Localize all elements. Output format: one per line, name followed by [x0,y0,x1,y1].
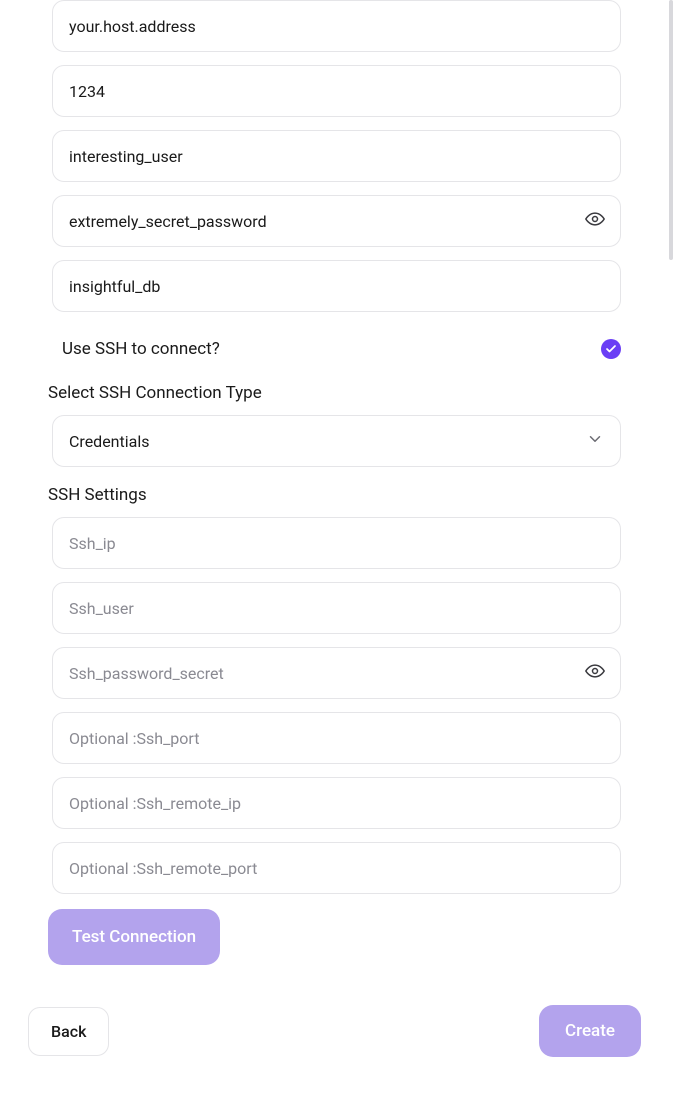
ssh-remote-ip-input[interactable] [52,777,621,829]
footer-actions: Back Create [0,1005,673,1057]
ssh-port-wrap [52,712,621,764]
ssh-user-input[interactable] [52,582,621,634]
eye-icon[interactable] [585,661,605,685]
back-button[interactable]: Back [28,1007,109,1056]
host-field-wrap [52,0,621,52]
scrollbar[interactable] [669,0,673,260]
port-input[interactable] [52,65,621,117]
ssh-toggle-check[interactable] [601,339,621,359]
ssh-type-selected-value: Credentials [69,432,150,451]
ssh-ip-wrap [52,517,621,569]
ssh-port-input[interactable] [52,712,621,764]
ssh-settings-label: SSH Settings [48,485,621,505]
ssh-ip-input[interactable] [52,517,621,569]
test-connection-button[interactable]: Test Connection [48,909,220,965]
ssh-remote-port-input[interactable] [52,842,621,894]
ssh-type-label: Select SSH Connection Type [48,383,621,403]
ssh-type-select-wrap: Credentials [52,415,621,467]
ssh-user-wrap [52,582,621,634]
ssh-toggle-label: Use SSH to connect? [62,339,220,359]
create-button[interactable]: Create [539,1005,641,1057]
password-input[interactable] [52,195,621,247]
ssh-toggle-row: Use SSH to connect? [52,325,621,373]
connection-form: Use SSH to connect? Select SSH Connectio… [0,0,673,995]
chevron-down-icon [586,430,604,452]
host-input[interactable] [52,0,621,52]
port-field-wrap [52,65,621,117]
ssh-password-input[interactable] [52,647,621,699]
ssh-remote-ip-wrap [52,777,621,829]
database-field-wrap [52,260,621,312]
ssh-password-wrap [52,647,621,699]
database-input[interactable] [52,260,621,312]
password-field-wrap [52,195,621,247]
user-field-wrap [52,130,621,182]
ssh-remote-port-wrap [52,842,621,894]
ssh-type-select[interactable]: Credentials [52,415,621,467]
eye-icon[interactable] [585,209,605,233]
user-input[interactable] [52,130,621,182]
